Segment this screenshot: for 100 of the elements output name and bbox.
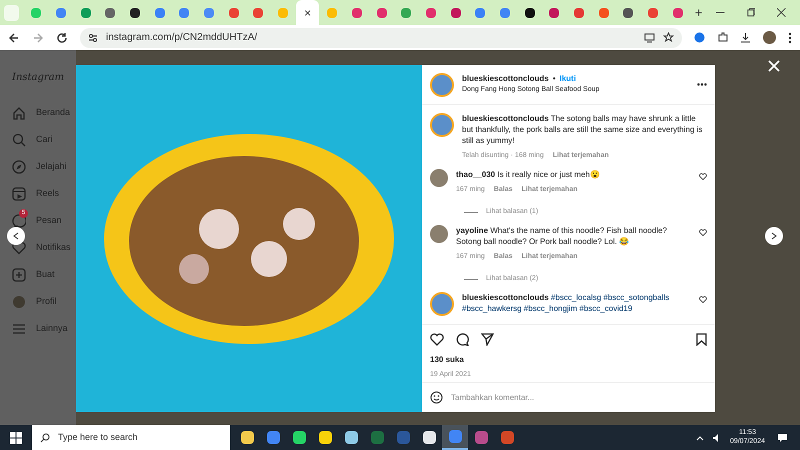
tab-favicon-icon bbox=[253, 8, 264, 18]
share-icon[interactable] bbox=[481, 333, 494, 346]
sidebar-item[interactable]: Jelajahi bbox=[36, 160, 67, 174]
app-icon bbox=[266, 431, 280, 444]
comment-text: yayoline What's the name of this noodle? Fish ball noodle? Sotong ball noodle? Or Pork ball noodle? Lol. 😂 bbox=[456, 224, 668, 246]
more-options-icon[interactable] bbox=[697, 83, 707, 86]
reload-icon[interactable] bbox=[56, 32, 68, 44]
tab-favicon-icon bbox=[31, 8, 42, 18]
app-icon bbox=[240, 431, 254, 444]
user-avatar[interactable] bbox=[430, 113, 454, 137]
comment-text: blueskiescottonclouds #bscc_localsg #bscc_sotongballs #bscc_hawkersg #bscc_hongjim #bscc_covid19 bbox=[462, 292, 670, 314]
app-icon bbox=[448, 430, 462, 443]
chevron-right-icon bbox=[771, 232, 777, 240]
tab-favicon-icon bbox=[524, 8, 535, 18]
app-icon bbox=[292, 431, 306, 444]
star-icon[interactable] bbox=[663, 32, 674, 43]
sidebar-item[interactable]: Buat bbox=[36, 268, 55, 282]
sidebar-item[interactable]: Profil bbox=[36, 295, 57, 309]
create-icon[interactable] bbox=[12, 268, 26, 282]
sidebar-item[interactable]: Reels bbox=[36, 187, 60, 201]
app-icon bbox=[474, 431, 488, 444]
chevron-up-icon[interactable] bbox=[696, 434, 704, 440]
search-icon[interactable] bbox=[12, 133, 26, 147]
puzzle-icon[interactable] bbox=[717, 32, 728, 43]
comment-icon[interactable] bbox=[456, 333, 469, 346]
windows-start-icon[interactable] bbox=[10, 432, 22, 444]
tab-favicon-icon bbox=[574, 8, 584, 18]
tab-favicon-icon bbox=[327, 8, 338, 18]
likes-count[interactable]: 130 suka bbox=[430, 354, 707, 366]
follow-link[interactable]: Ikuti bbox=[560, 73, 576, 86]
menu-icon[interactable] bbox=[12, 322, 26, 336]
address-bar[interactable]: instagram.com/p/CN2mddUHTzA/ bbox=[80, 28, 682, 48]
user-avatar[interactable] bbox=[430, 72, 454, 96]
tab-favicon-icon bbox=[130, 8, 140, 18]
like-comment-icon[interactable] bbox=[699, 228, 707, 236]
sidebar-item[interactable]: Lainnya bbox=[36, 322, 68, 336]
separator-dot: • bbox=[552, 73, 556, 86]
search-placeholder: Type here to search bbox=[58, 430, 138, 444]
tab-favicon-icon bbox=[401, 8, 412, 18]
app-icon bbox=[422, 431, 436, 444]
tab-favicon-icon bbox=[598, 8, 609, 18]
user-avatar[interactable] bbox=[430, 292, 454, 316]
tab-favicon-icon bbox=[450, 8, 461, 18]
messenger-icon[interactable] bbox=[12, 214, 26, 228]
tab-favicon-icon bbox=[56, 8, 66, 18]
tab-favicon-icon bbox=[228, 8, 239, 18]
tab-favicon-icon bbox=[80, 8, 91, 18]
user-avatar[interactable] bbox=[430, 168, 448, 186]
tab-favicon-icon bbox=[105, 8, 116, 18]
heart-icon[interactable] bbox=[12, 241, 26, 255]
profile-avatar[interactable] bbox=[763, 31, 776, 44]
sidebar-item[interactable]: Pesan bbox=[36, 214, 62, 228]
username-link[interactable]: blueskiescottonclouds bbox=[462, 73, 549, 86]
compass-icon[interactable] bbox=[12, 160, 26, 174]
tab-favicon-icon bbox=[500, 8, 510, 18]
comment-input[interactable]: Tambahkan komentar... bbox=[451, 392, 707, 404]
sidebar-item[interactable]: Beranda bbox=[36, 106, 70, 120]
download-icon[interactable] bbox=[740, 32, 751, 43]
tab-favicon-icon bbox=[154, 8, 165, 18]
comment-text: thao__030 Is it really nice or just meh😮 bbox=[456, 168, 601, 180]
browser-tab[interactable]: × bbox=[296, 0, 319, 25]
maximize-icon[interactable] bbox=[746, 8, 756, 17]
app-icon bbox=[370, 431, 384, 444]
tab-favicon-icon bbox=[648, 8, 658, 18]
site-settings-icon[interactable] bbox=[88, 32, 98, 42]
user-avatar[interactable] bbox=[430, 224, 448, 242]
home-icon[interactable] bbox=[12, 106, 26, 120]
tab-favicon-icon bbox=[352, 8, 362, 18]
install-icon[interactable] bbox=[644, 32, 655, 43]
close-window-icon[interactable] bbox=[777, 8, 786, 17]
back-icon[interactable] bbox=[8, 32, 20, 44]
tab-favicon-icon bbox=[204, 8, 214, 18]
app-icon bbox=[344, 431, 358, 444]
reels-icon[interactable] bbox=[12, 187, 26, 201]
tab-favicon-icon bbox=[278, 8, 288, 18]
tab-favicon-icon bbox=[672, 8, 682, 18]
extension-icon[interactable] bbox=[694, 32, 705, 43]
sidebar-item[interactable]: Cari bbox=[36, 133, 53, 147]
sidebar-item[interactable]: Notifikas bbox=[36, 241, 71, 255]
like-icon[interactable] bbox=[430, 333, 444, 346]
previous-button[interactable] bbox=[7, 227, 25, 245]
instagram-logo[interactable]: Instagram bbox=[12, 70, 76, 85]
notification-icon[interactable] bbox=[777, 432, 788, 442]
taskbar-search-field[interactable]: Type here to search bbox=[32, 425, 230, 450]
app-icon bbox=[318, 431, 332, 444]
save-icon[interactable] bbox=[696, 333, 707, 346]
tab-favicon-icon bbox=[475, 8, 486, 18]
tab-favicon-icon bbox=[179, 8, 190, 18]
search-icon bbox=[40, 432, 50, 442]
tab-favicon-icon bbox=[426, 8, 436, 18]
tab-favicon-icon bbox=[623, 8, 634, 18]
app-icon bbox=[500, 431, 514, 444]
tab-favicon-icon bbox=[376, 8, 387, 18]
chevron-left-icon bbox=[13, 232, 19, 240]
close-icon[interactable] bbox=[768, 60, 780, 72]
more-menu-icon[interactable] bbox=[788, 32, 792, 44]
like-comment-icon[interactable] bbox=[699, 172, 707, 180]
like-comment-icon[interactable] bbox=[699, 296, 707, 302]
emoji-icon[interactable] bbox=[430, 391, 443, 404]
new-tab-button[interactable]: + bbox=[694, 2, 702, 22]
